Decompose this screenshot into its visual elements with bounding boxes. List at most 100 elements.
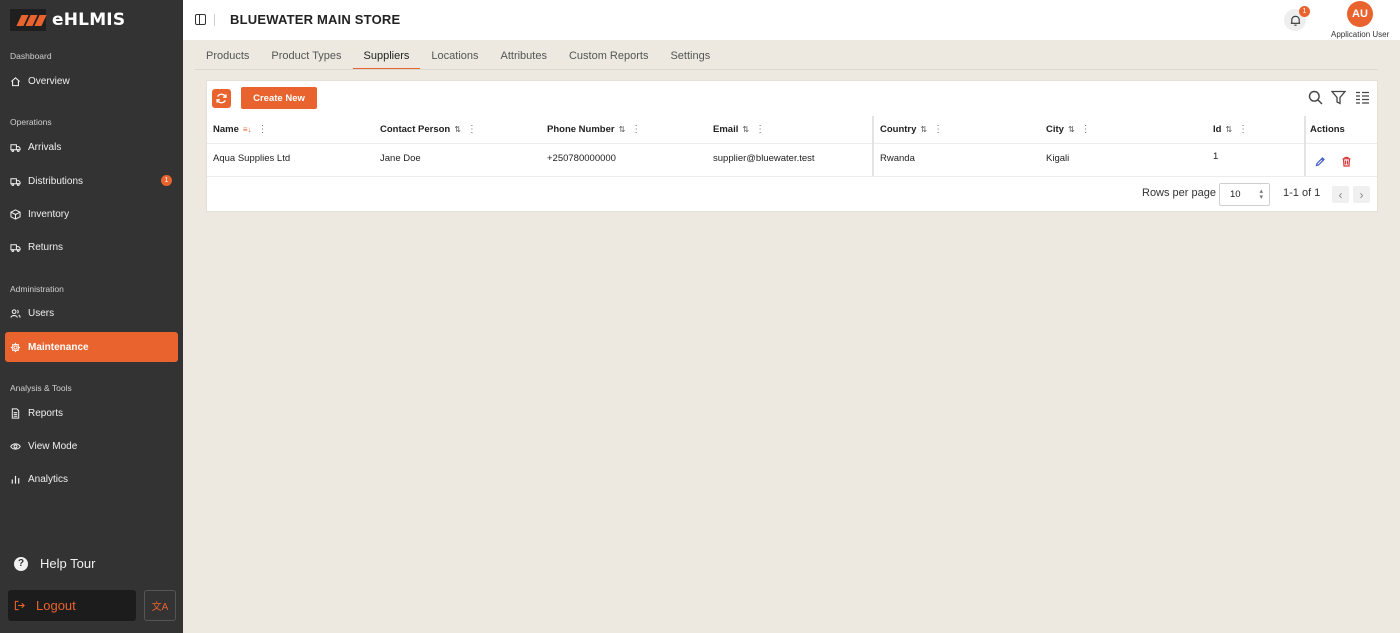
trash-icon (1342, 156, 1351, 167)
sidebar-toggle-icon[interactable] (195, 14, 206, 25)
next-page-button[interactable]: › (1353, 186, 1370, 203)
logout-button[interactable]: Logout (8, 590, 136, 621)
sort-icon[interactable]: ⇅ (920, 125, 927, 134)
avatar[interactable]: AU (1347, 1, 1373, 27)
column-menu-icon[interactable]: ⋮ (1238, 124, 1248, 135)
bell-icon (1290, 15, 1300, 26)
store-title: BLUEWATER MAIN STORE (230, 12, 401, 27)
column-header-contact-person[interactable]: Contact Person ⇅ ⋮ (380, 116, 477, 142)
search-button[interactable] (1308, 90, 1323, 105)
rows-per-page-value: 10 (1230, 189, 1241, 200)
sidebar-item-view-mode[interactable]: View Mode (5, 431, 178, 461)
sidebar-item-inventory[interactable]: Inventory (5, 199, 178, 229)
sidebar-item-overview[interactable]: Overview (5, 66, 178, 96)
section-label-operations: Operations (10, 117, 52, 127)
gear-icon (10, 342, 21, 352)
sidebar-item-label: View Mode (28, 440, 78, 452)
filter-button[interactable] (1330, 90, 1347, 105)
create-new-button[interactable]: Create New (241, 87, 317, 109)
sidebar: eHLMIS Dashboard Overview Operations Arr… (0, 0, 183, 633)
filter-icon (1330, 90, 1347, 105)
columns-button[interactable] (1355, 90, 1370, 105)
notification-count-badge: 1 (1299, 6, 1310, 17)
tab-settings[interactable]: Settings (659, 42, 721, 70)
truck-icon (10, 143, 21, 152)
column-header-label: Name (213, 123, 239, 135)
column-menu-icon[interactable]: ⋮ (467, 124, 477, 135)
sidebar-item-label: Distributions (28, 175, 84, 187)
chevron-left-icon: ‹ (1338, 187, 1343, 202)
column-header-id[interactable]: Id ⇅ ⋮ (1213, 116, 1248, 142)
tab-product-types[interactable]: Product Types (260, 42, 352, 70)
cell-city: Kigali (1046, 152, 1070, 164)
tabs-divider (195, 69, 1378, 70)
column-menu-icon[interactable]: ⋮ (258, 124, 268, 135)
cell-email: supplier@bluewater.test (713, 152, 815, 164)
users-icon (10, 308, 21, 318)
cell-phone-number: +250780000000 (547, 152, 616, 164)
translate-icon: 文A (151, 602, 169, 613)
user-name: Application User (1331, 30, 1390, 39)
column-header-name[interactable]: Name ≡↓ ⋮ (213, 116, 268, 142)
column-header-city[interactable]: City ⇅ ⋮ (1046, 116, 1091, 142)
section-label-dashboard: Dashboard (10, 51, 52, 61)
bar-chart-icon (11, 475, 20, 484)
column-header-email[interactable]: Email ⇅ ⋮ (713, 116, 765, 142)
sidebar-item-returns[interactable]: Returns (5, 232, 178, 262)
column-header-label: Country (880, 123, 917, 135)
tab-locations[interactable]: Locations (420, 42, 489, 70)
notifications-button[interactable]: 1 (1284, 6, 1310, 31)
truck-icon (10, 177, 21, 186)
brand[interactable]: eHLMIS (10, 8, 125, 32)
help-tour-button[interactable]: ? Help Tour (14, 556, 95, 571)
chevron-right-icon: › (1359, 187, 1364, 202)
sidebar-item-reports[interactable]: Reports (5, 398, 178, 428)
tab-products[interactable]: Products (195, 42, 260, 70)
cell-id: 1 (1213, 150, 1219, 162)
sort-icon[interactable]: ⇅ (742, 125, 749, 134)
cell-country: Rwanda (880, 152, 915, 164)
delete-button[interactable] (1341, 154, 1352, 167)
refresh-button[interactable] (212, 89, 231, 108)
column-menu-icon[interactable]: ⋮ (631, 124, 641, 135)
language-button[interactable]: 文A (144, 590, 176, 621)
section-label-administration: Administration (10, 284, 64, 294)
tab-attributes[interactable]: Attributes (490, 42, 558, 70)
sidebar-item-analytics[interactable]: Analytics (5, 464, 178, 494)
sort-icon[interactable]: ⇅ (454, 125, 461, 134)
sidebar-item-label: Users (28, 307, 55, 319)
header-row-divider (207, 143, 1377, 144)
sort-asc-icon[interactable]: ≡↓ (243, 125, 252, 134)
column-menu-icon[interactable]: ⋮ (933, 124, 943, 135)
column-menu-icon[interactable]: ⋮ (755, 124, 765, 135)
top-header: BLUEWATER MAIN STORE 1 AU Application Us… (183, 0, 1400, 40)
cell-contact-person: Jane Doe (380, 152, 421, 164)
box-icon (10, 208, 21, 220)
sidebar-item-label: Overview (28, 75, 70, 87)
sidebar-item-users[interactable]: Users (5, 298, 178, 328)
column-header-phone-number[interactable]: Phone Number ⇅ ⋮ (547, 116, 641, 142)
maintenance-tabs: Products Product Types Suppliers Locatio… (195, 42, 721, 70)
brand-name: eHLMIS (52, 10, 126, 30)
eye-icon (10, 442, 21, 450)
column-menu-icon[interactable]: ⋮ (1081, 124, 1091, 135)
column-header-label: Phone Number (547, 123, 615, 135)
rows-per-page-select[interactable]: 10 ▴ ▾ (1219, 183, 1270, 206)
sidebar-item-maintenance[interactable]: Maintenance (5, 332, 178, 362)
sort-icon[interactable]: ⇅ (1225, 125, 1232, 134)
sidebar-item-arrivals[interactable]: Arrivals (5, 132, 178, 162)
edit-button[interactable] (1315, 154, 1326, 167)
tab-suppliers[interactable]: Suppliers (352, 42, 421, 70)
refresh-icon (216, 93, 227, 104)
column-header-country[interactable]: Country ⇅ ⋮ (880, 116, 943, 142)
previous-page-button[interactable]: ‹ (1332, 186, 1349, 203)
help-icon: ? (14, 556, 28, 571)
sort-icon[interactable]: ⇅ (619, 125, 626, 134)
sort-icon[interactable]: ⇅ (1068, 125, 1075, 134)
pinned-column-divider (872, 116, 874, 177)
sidebar-item-distributions[interactable]: Distributions 1 (5, 166, 178, 196)
pagination-range: 1-1 of 1 (1283, 187, 1321, 199)
cell-name: Aqua Supplies Ltd (213, 152, 291, 164)
tab-custom-reports[interactable]: Custom Reports (558, 42, 659, 70)
column-header-label: Contact Person (380, 123, 451, 135)
